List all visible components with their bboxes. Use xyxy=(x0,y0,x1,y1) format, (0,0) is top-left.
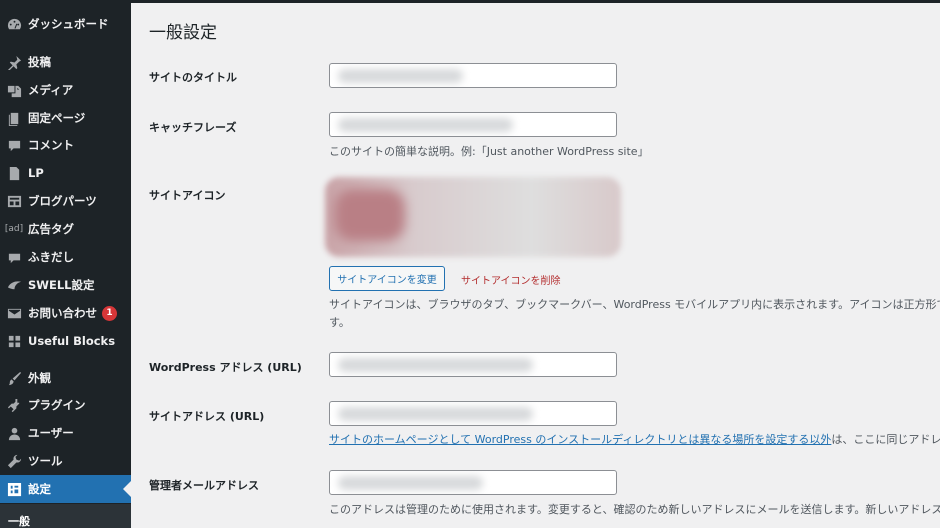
notification-badge: 1 xyxy=(102,305,117,321)
site-title-input[interactable] xyxy=(329,63,617,88)
sidebar-item-label: メディア xyxy=(28,83,74,97)
sidebar-item-lp[interactable]: LP xyxy=(0,159,131,187)
sidebar-item-useful-blocks[interactable]: Useful Blocks xyxy=(0,327,131,355)
sidebar-item-users[interactable]: ユーザー xyxy=(0,419,131,447)
sidebar-item-label: Useful Blocks xyxy=(28,334,116,348)
swell-icon xyxy=(0,278,28,293)
speech-bubble-icon xyxy=(0,250,28,265)
sidebar-item-pages[interactable]: 固定ページ xyxy=(0,104,131,132)
tagline-input[interactable] xyxy=(329,112,617,137)
delete-site-icon-link[interactable]: サイトアイコンを削除 xyxy=(461,272,561,287)
sidebar-item-label: 広告タグ xyxy=(28,222,74,236)
settings-icon xyxy=(0,482,28,497)
media-icon xyxy=(0,83,28,98)
page-title: 一般設定 xyxy=(149,23,217,43)
sidebar-item-settings[interactable]: 設定 xyxy=(0,475,131,503)
page-icon xyxy=(0,111,28,126)
site-icon-description: サイトアイコンは、ブラウザのタブ、ブックマークバー、WordPress モバイル… xyxy=(329,298,940,311)
wp-address-label: WordPress アドレス (URL) xyxy=(149,361,302,374)
user-icon xyxy=(0,426,28,441)
submenu-item-general[interactable]: 一般 xyxy=(0,504,131,528)
dashboard-icon xyxy=(0,17,28,32)
sidebar-item-label: 外観 xyxy=(28,371,51,385)
sidebar-item-blog-parts[interactable]: ブログパーツ xyxy=(0,187,131,215)
site-address-input[interactable] xyxy=(329,401,617,426)
sidebar-item-label: SWELL設定 xyxy=(28,278,95,292)
admin-email-description: このアドレスは管理のために使用されます。変更すると、確認のため新しいアドレスにメ… xyxy=(329,503,940,516)
sidebar-item-appearance[interactable]: 外観 xyxy=(0,364,131,392)
sidebar-item-label: ふきだし xyxy=(28,250,74,264)
layout-icon xyxy=(0,194,28,209)
wrench-icon xyxy=(0,454,28,469)
admin-email-label: 管理者メールアドレス xyxy=(149,479,259,492)
change-site-icon-button[interactable]: サイトアイコンを変更 xyxy=(329,266,445,291)
ad-icon: [ad] xyxy=(4,224,24,234)
site-icon-preview xyxy=(325,177,621,257)
comment-icon xyxy=(0,138,28,153)
settings-main: 一般設定 サイトのタイトル キャッチフレーズ このサイトの簡単な説明。例:「Ju… xyxy=(131,3,940,528)
tagline-label: キャッチフレーズ xyxy=(149,121,237,134)
site-title-label: サイトのタイトル xyxy=(149,71,237,84)
document-icon xyxy=(0,166,28,181)
sidebar-item-label: 投稿 xyxy=(28,55,51,69)
sidebar-item-ad-tags[interactable]: [ad] 広告タグ xyxy=(0,215,131,243)
site-address-help-link[interactable]: サイトのホームページとして WordPress のインストールディレクトリとは異… xyxy=(329,433,831,446)
sidebar-item-label: ブログパーツ xyxy=(28,194,97,208)
sidebar-item-dashboard[interactable]: ダッシュボード xyxy=(0,10,131,38)
site-icon-description-cont: す。 xyxy=(329,316,350,329)
sidebar-item-contact[interactable]: お問い合わせ 1 xyxy=(0,299,131,327)
tagline-description: このサイトの簡単な説明。例:「Just another WordPress si… xyxy=(329,145,649,158)
sidebar-item-tools[interactable]: ツール xyxy=(0,447,131,475)
site-address-description: サイトのホームページとして WordPress のインストールディレクトリとは異… xyxy=(329,431,940,447)
sidebar-item-plugins[interactable]: プラグイン xyxy=(0,391,131,419)
sidebar-item-speech-bubbles[interactable]: ふきだし xyxy=(0,243,131,271)
site-icon-label: サイトアイコン xyxy=(149,189,226,202)
sidebar-item-label: 固定ページ xyxy=(28,111,86,125)
pin-icon xyxy=(0,55,28,70)
site-address-desc-rest: は、ここに同じアドレスを入 xyxy=(831,433,940,446)
brush-icon xyxy=(0,371,28,386)
sidebar-item-media[interactable]: メディア xyxy=(0,76,131,104)
blocks-icon xyxy=(0,334,28,349)
sidebar-item-posts[interactable]: 投稿 xyxy=(0,48,131,76)
plugin-icon xyxy=(0,398,28,413)
wp-address-input[interactable] xyxy=(329,352,617,377)
sidebar-item-label: 設定 xyxy=(28,482,51,496)
admin-email-input[interactable] xyxy=(329,470,617,495)
sidebar-item-label: コメント xyxy=(28,138,74,152)
mail-icon xyxy=(0,306,28,321)
site-address-label: サイトアドレス (URL) xyxy=(149,410,265,423)
sidebar-item-label: ユーザー xyxy=(28,426,74,440)
sidebar-item-swell-settings[interactable]: SWELL設定 xyxy=(0,271,131,299)
admin-sidebar: ダッシュボード 投稿 メディア 固定ページ コメント LP ブログパーツ [ad… xyxy=(0,0,131,528)
sidebar-item-label: ツール xyxy=(28,454,63,468)
sidebar-item-label: LP xyxy=(28,166,44,180)
sidebar-item-comments[interactable]: コメント xyxy=(0,131,131,159)
sidebar-item-label: ダッシュボード xyxy=(28,17,109,31)
sidebar-item-label: プラグイン xyxy=(28,398,86,412)
sidebar-item-label: お問い合わせ xyxy=(28,306,97,320)
